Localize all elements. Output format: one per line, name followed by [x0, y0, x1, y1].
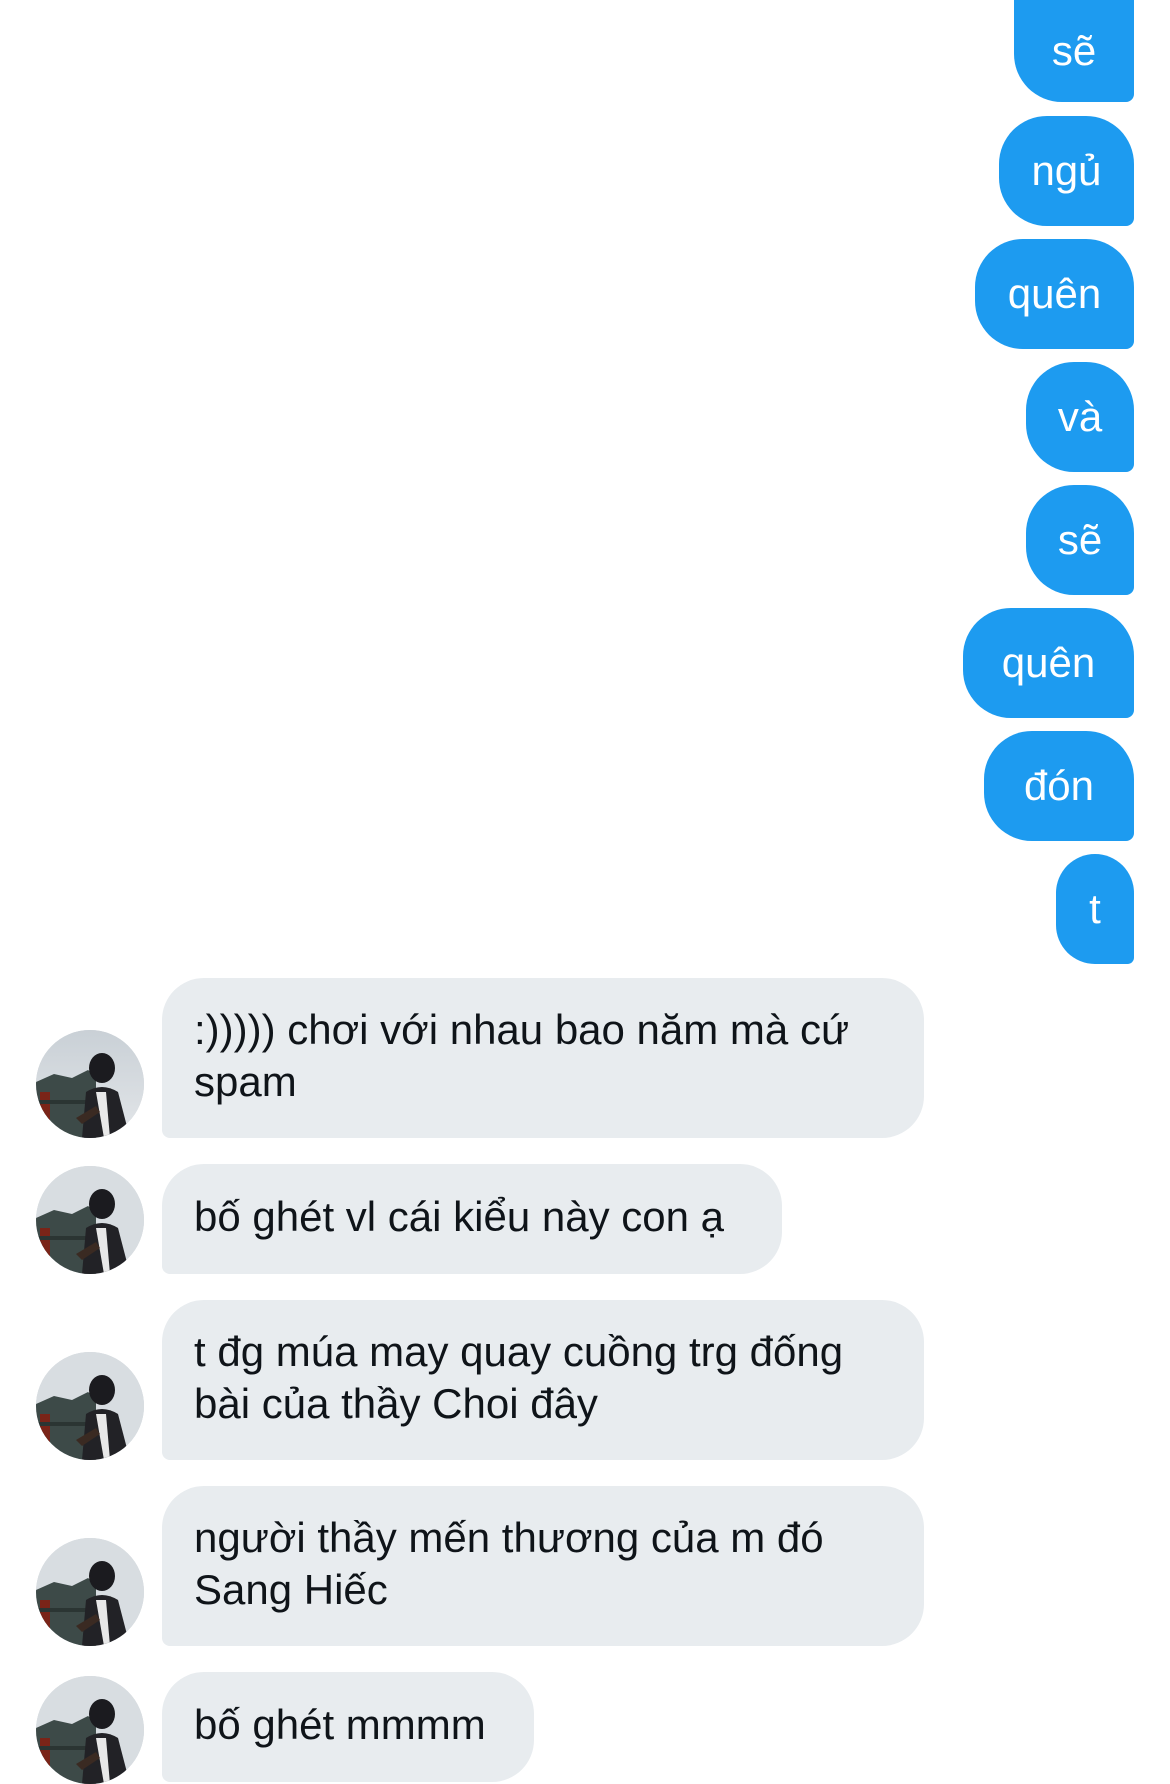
contact-avatar[interactable] [36, 1676, 144, 1784]
contact-avatar[interactable] [36, 1538, 144, 1646]
contact-avatar[interactable] [36, 1166, 144, 1274]
sent-message[interactable]: sẽ [1026, 485, 1134, 595]
message-text: và [1057, 393, 1103, 440]
message-text: :))))) chơi với nhau bao năm mà cứ spam [194, 1006, 861, 1105]
message-text: quên [1001, 639, 1096, 686]
sent-message[interactable]: quên [963, 608, 1134, 718]
message-text: đón [1023, 762, 1095, 809]
conversation-view: sẽ ngủ quên và sẽ quên đón t:))))) chơi… [0, 0, 1170, 1784]
avatar-photo-icon [36, 1030, 144, 1138]
contact-avatar[interactable] [36, 1352, 144, 1460]
message-text: bố ghét vl cái kiểu này con ạ [194, 1193, 725, 1240]
avatar-photo-icon [36, 1352, 144, 1460]
received-message[interactable]: người thầy mến thương của m đó Sang Hiếc [162, 1486, 924, 1646]
sent-message[interactable]: quên [975, 239, 1134, 349]
message-text: sẽ [1057, 516, 1103, 563]
received-message[interactable]: bố ghét vl cái kiểu này con ạ [162, 1164, 782, 1274]
avatar-photo-icon [36, 1676, 144, 1784]
received-message[interactable]: t đg múa may quay cuồng trg đống bài của… [162, 1300, 924, 1460]
sent-message[interactable]: t [1056, 854, 1134, 964]
message-text: sẽ [1051, 27, 1097, 74]
sent-message[interactable]: và [1026, 362, 1134, 472]
message-text: ngủ [1031, 147, 1102, 194]
message-text: t đg múa may quay cuồng trg đống bài của… [194, 1328, 855, 1427]
message-text: quên [1007, 270, 1102, 317]
received-message[interactable]: bố ghét mmmm [162, 1672, 534, 1782]
avatar-photo-icon [36, 1166, 144, 1274]
message-text: bố ghét mmmm [194, 1701, 486, 1748]
contact-avatar[interactable] [36, 1030, 144, 1138]
sent-message[interactable]: đón [984, 731, 1134, 841]
received-message[interactable]: :))))) chơi với nhau bao năm mà cứ spam [162, 978, 924, 1138]
avatar-photo-icon [36, 1538, 144, 1646]
message-text: người thầy mến thương của m đó Sang Hiếc [194, 1514, 836, 1613]
message-text: t [1089, 885, 1101, 932]
sent-message[interactable]: sẽ [1014, 0, 1134, 102]
sent-message[interactable]: ngủ [999, 116, 1134, 226]
